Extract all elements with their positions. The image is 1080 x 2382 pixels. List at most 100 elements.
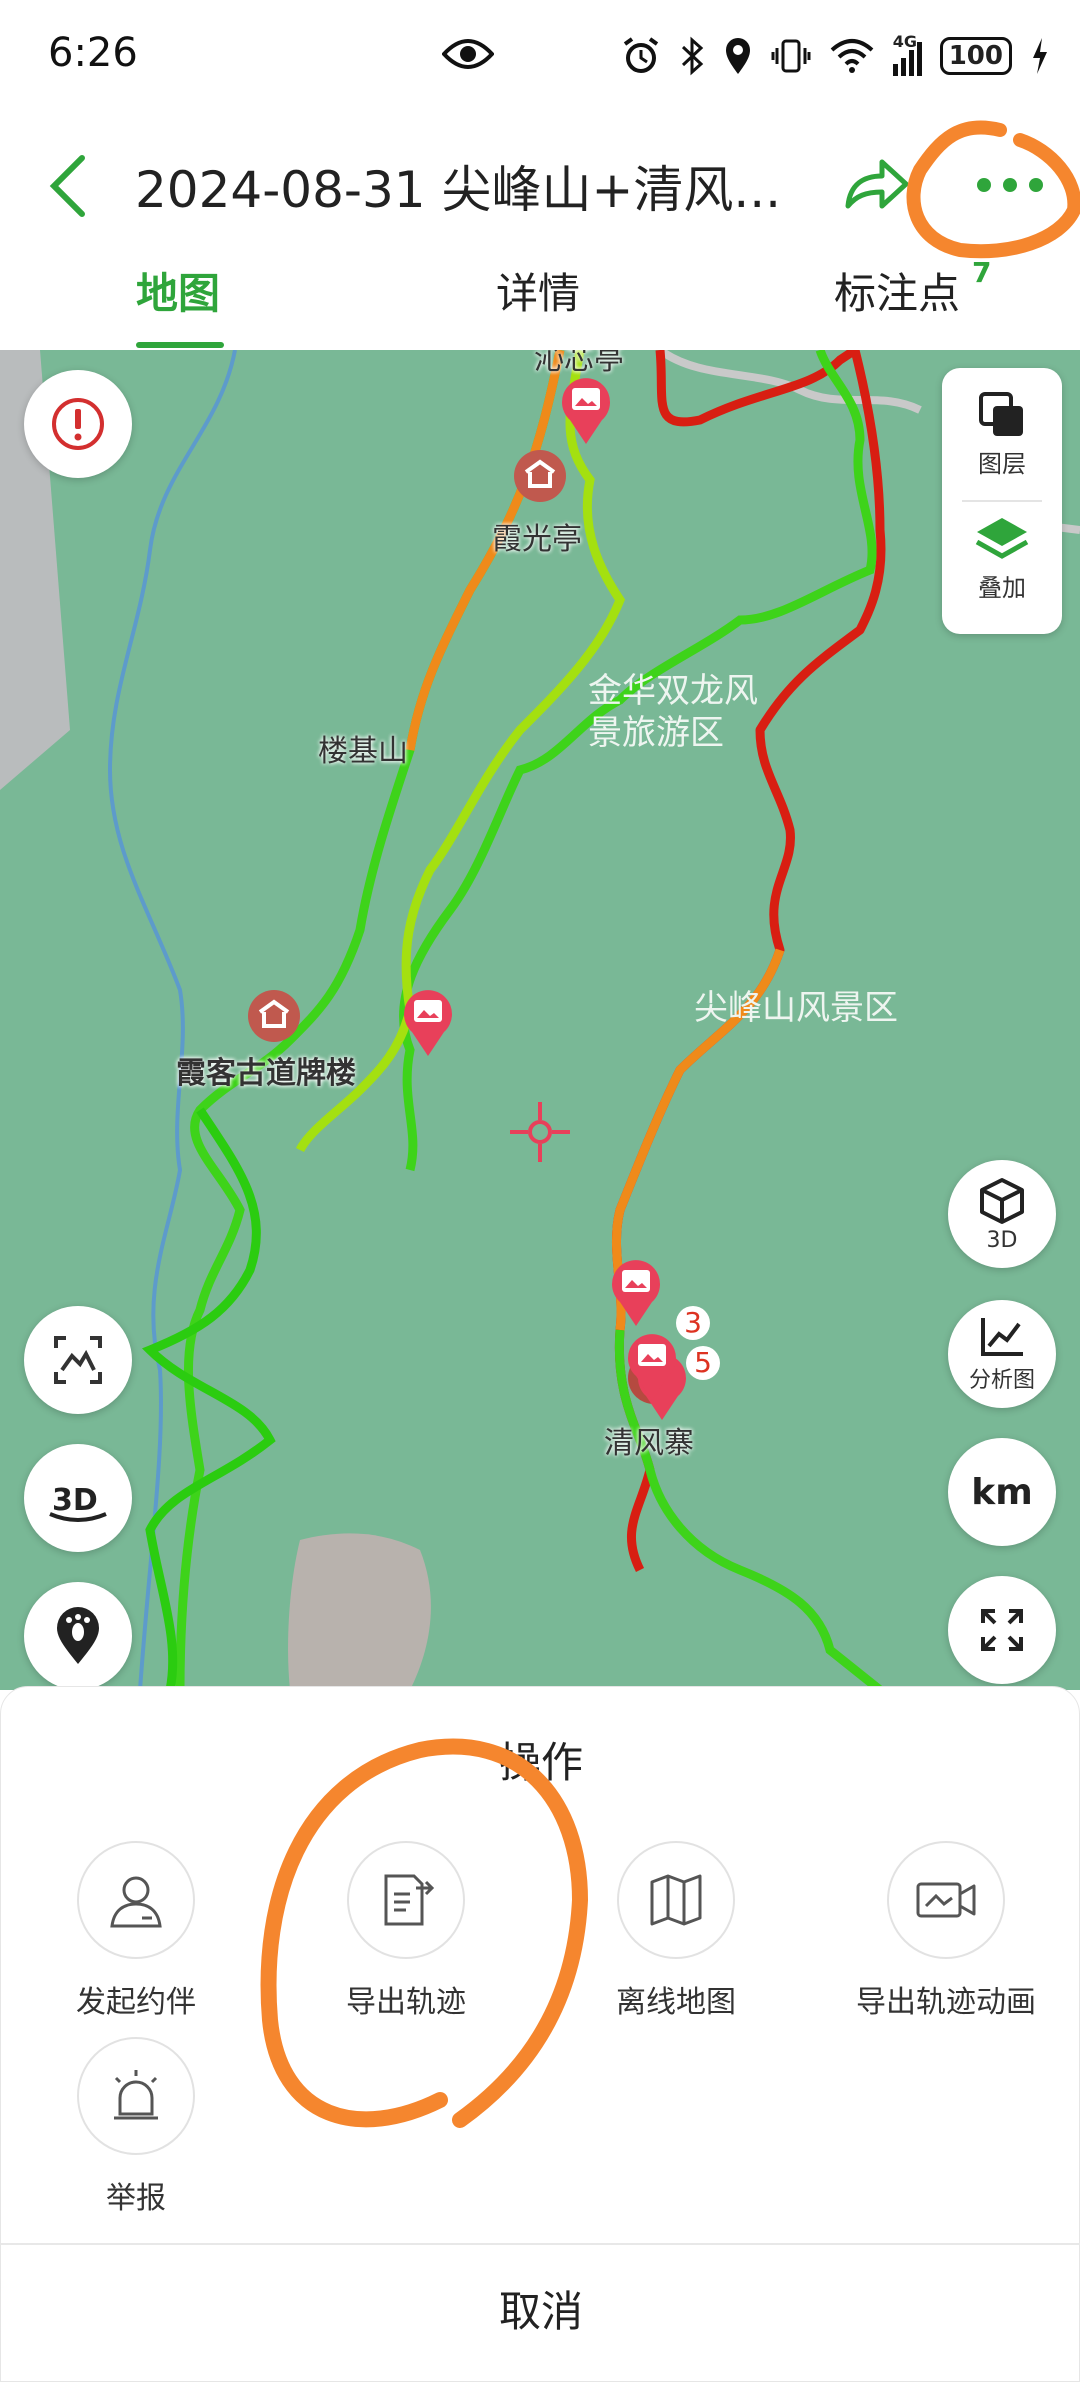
alert-circle-icon bbox=[52, 398, 104, 450]
tab-details[interactable]: 详情 bbox=[496, 260, 580, 321]
warning-button[interactable] bbox=[24, 370, 132, 478]
footprint-button[interactable] bbox=[24, 1582, 132, 1690]
export-track-animation-action[interactable]: 导出轨迹动画 bbox=[821, 1841, 1071, 2021]
share-arrow-icon bbox=[845, 159, 909, 209]
photo-pin-icon[interactable] bbox=[608, 1256, 664, 1328]
route-green-right bbox=[399, 350, 877, 1172]
alarm-clock-icon bbox=[623, 37, 658, 73]
location-icon bbox=[725, 38, 750, 74]
sheet-title: 操作 bbox=[498, 1738, 583, 1787]
tab-active-indicator bbox=[136, 342, 224, 348]
charging-icon bbox=[1033, 38, 1047, 74]
gate-poi-icon[interactable] bbox=[246, 988, 302, 1044]
crosshair-icon bbox=[510, 1102, 570, 1162]
offline-map-action[interactable]: 离线地图 bbox=[551, 1841, 801, 2021]
mountain-frame-icon bbox=[54, 1336, 102, 1384]
report-action[interactable]: 举报 bbox=[11, 2037, 261, 2217]
photo-pin-icon[interactable] bbox=[558, 374, 614, 446]
eye-icon bbox=[441, 34, 495, 78]
action-sheet: 操作 发起约伴 导出轨迹 离线地图 导出轨迹动画 举报 取消 bbox=[0, 1686, 1080, 2382]
route-green-loop bbox=[141, 1107, 276, 1690]
gray-area-bottom bbox=[288, 1533, 431, 1690]
chevron-left-icon bbox=[49, 155, 85, 217]
layer-divider bbox=[962, 500, 1042, 502]
fullscreen-button[interactable] bbox=[948, 1576, 1056, 1684]
distance-unit-button[interactable]: km bbox=[948, 1438, 1056, 1546]
layers-icon bbox=[979, 392, 1023, 436]
svg-text:3D: 3D bbox=[52, 1483, 98, 1518]
bluetooth-icon bbox=[681, 36, 703, 76]
action-label: 发起约伴 bbox=[76, 1985, 196, 2020]
header: 2024-08-31 尖峰山+清风... 地图 详情 标注点 7 bbox=[0, 110, 1080, 350]
alarm-icon bbox=[114, 2070, 158, 2120]
share-button[interactable] bbox=[842, 150, 912, 220]
overlay-button[interactable]: 叠加 bbox=[942, 514, 1062, 603]
expand-arrows-icon bbox=[981, 1609, 1023, 1651]
photo-pin-icon[interactable] bbox=[400, 986, 456, 1058]
action-icon-circle bbox=[887, 1841, 1005, 1959]
line-chart-icon bbox=[981, 1318, 1023, 1356]
cluster-count[interactable]: 3 bbox=[676, 1306, 710, 1340]
status-bar: 6:26 4G 100 bbox=[0, 0, 1080, 110]
map-label-jianfeng-area: 尖峰山风景区 bbox=[694, 988, 898, 1028]
action-label: 导出轨迹动画 bbox=[856, 1985, 1036, 2020]
layers-button[interactable]: 图层 bbox=[942, 390, 1062, 479]
analysis-chart-label: 分析图 bbox=[968, 1368, 1035, 1393]
cancel-button[interactable]: 取消 bbox=[1, 2247, 1080, 2377]
action-label: 离线地图 bbox=[616, 1985, 736, 2020]
map-label-jinhua-area: 金华双龙风景旅游区 bbox=[588, 671, 758, 753]
map-view[interactable]: 3 5 沁芯亭 霞光亭 楼基山 金华双龙风景旅游区 尖峰山风景区 霞客古道牌楼 … bbox=[0, 350, 1080, 1690]
markers-count-badge: 7 bbox=[972, 256, 992, 289]
action-label: 导出轨迹 bbox=[346, 1985, 466, 2020]
tab-bar: 地图 详情 标注点 bbox=[0, 260, 1080, 350]
export-document-icon bbox=[384, 1874, 435, 1926]
video-icon bbox=[916, 1882, 976, 1918]
elevation-profile-button[interactable] bbox=[24, 1306, 132, 1414]
map-label-qingfeng-village: 清风寨 bbox=[604, 1426, 694, 1461]
map-label-louji-mountain: 楼基山 bbox=[318, 734, 408, 769]
battery-indicator: 100 bbox=[939, 37, 1012, 75]
3d-text-icon: 3D bbox=[49, 1483, 107, 1522]
cube-icon bbox=[980, 1177, 1024, 1224]
road-line bbox=[657, 350, 922, 414]
back-button[interactable] bbox=[38, 146, 98, 226]
battery-level: 100 bbox=[948, 41, 1003, 71]
photo-pin-icon[interactable] bbox=[624, 1330, 680, 1402]
3d-view-button[interactable]: 3D bbox=[948, 1160, 1056, 1268]
footprint-pin-icon bbox=[57, 1607, 99, 1664]
map-label-pavilion-top: 沁芯亭 bbox=[534, 350, 624, 377]
signal-icon: 4G bbox=[892, 32, 922, 76]
pavilion-poi-icon[interactable] bbox=[512, 448, 568, 504]
stack-overlay-icon bbox=[975, 518, 1029, 559]
tab-map[interactable]: 地图 bbox=[136, 260, 220, 321]
map-label-xiaguang-pavilion: 霞光亭 bbox=[492, 522, 582, 557]
cancel-divider bbox=[1, 2243, 1080, 2245]
action-icon-circle bbox=[347, 1841, 465, 1959]
3d-terrain-button[interactable]: 3D bbox=[24, 1444, 132, 1552]
action-icon-circle bbox=[77, 1841, 195, 1959]
analysis-chart-button[interactable]: 分析图 bbox=[948, 1300, 1056, 1408]
wifi-icon bbox=[830, 39, 874, 73]
map-icon bbox=[650, 1874, 702, 1926]
status-icons: 4G 100 bbox=[621, 28, 1050, 84]
action-icon-circle bbox=[77, 2037, 195, 2155]
vibrate-icon bbox=[771, 39, 811, 73]
export-track-action[interactable]: 导出轨迹 bbox=[281, 1841, 531, 2021]
tab-markers[interactable]: 标注点 bbox=[834, 260, 960, 321]
km-label: km bbox=[971, 1471, 1033, 1513]
network-type: 4G bbox=[892, 32, 917, 51]
invite-companion-action[interactable]: 发起约伴 bbox=[11, 1841, 261, 2021]
map-label-xiake-gate: 霞客古道牌楼 bbox=[176, 1056, 356, 1091]
3d-view-label: 3D bbox=[986, 1227, 1018, 1253]
cluster-count[interactable]: 5 bbox=[686, 1346, 720, 1380]
more-dots-icon bbox=[977, 178, 1043, 192]
person-icon bbox=[110, 1876, 162, 1928]
status-time: 6:26 bbox=[48, 30, 138, 76]
action-icon-circle bbox=[617, 1841, 735, 1959]
page-title: 2024-08-31 尖峰山+清风... bbox=[135, 161, 782, 219]
layer-panel: 图层 叠加 bbox=[942, 368, 1062, 634]
overlay-label: 叠加 bbox=[978, 574, 1026, 602]
more-options-button[interactable] bbox=[970, 160, 1050, 210]
layers-label: 图层 bbox=[978, 450, 1026, 478]
action-label: 举报 bbox=[106, 2181, 166, 2216]
